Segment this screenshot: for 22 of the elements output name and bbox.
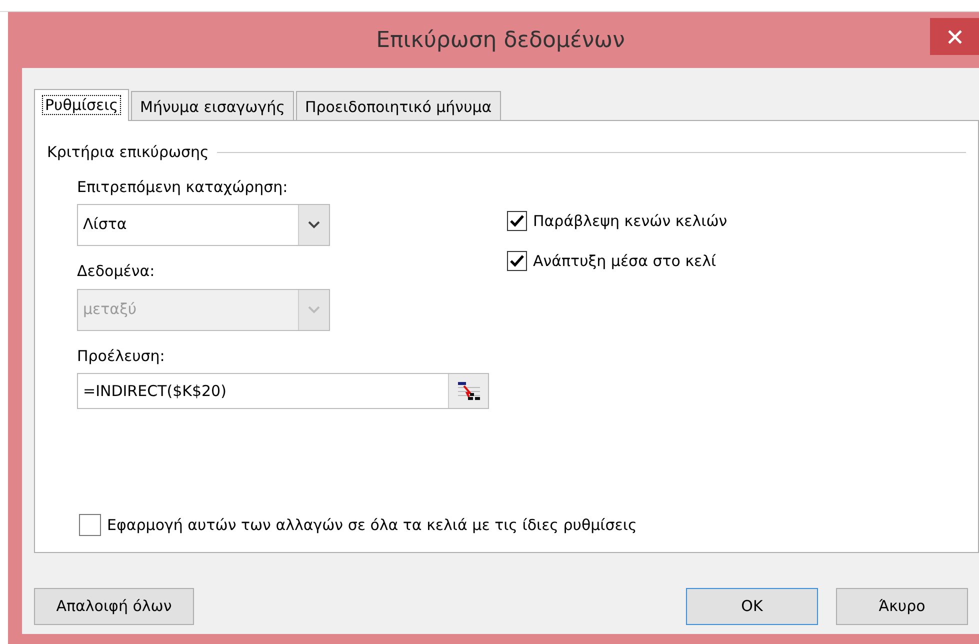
close-button[interactable] <box>930 18 979 55</box>
tab[interactable]: Ρυθμίσεις <box>34 89 130 121</box>
dialog-button[interactable]: Απαλοιφή όλων <box>34 588 194 625</box>
tab[interactable]: Μήνυμα εισαγωγής <box>131 91 294 120</box>
chevron-down-icon <box>308 221 320 229</box>
close-icon <box>948 30 962 44</box>
dialog-button[interactable]: Άκυρο <box>836 588 968 625</box>
window-title: Επικύρωση δεδομένων <box>376 26 625 54</box>
checkbox[interactable] <box>79 514 101 536</box>
checkbox[interactable] <box>507 251 527 272</box>
field-label: Επιτρεπόμενη καταχώρηση: <box>77 176 289 198</box>
chevron-down-icon <box>308 306 320 314</box>
checkbox-label: Παράβλεψη κενών κελιών <box>533 210 728 232</box>
checkbox-label: Εφαρμογή αυτών των αλλαγών σε όλα τα κελιά με τις ίδιες ρυθμίσεις <box>107 514 637 536</box>
dropdown[interactable]: Λίστα <box>77 204 330 246</box>
section-title: Κριτήρια επικύρωσης <box>47 142 209 163</box>
source-label: Προέλευση: <box>77 346 166 366</box>
checkbox[interactable] <box>507 210 527 231</box>
tab[interactable]: Προειδοποιητικό μήνυμα <box>296 91 501 120</box>
field-label: Δεδομένα: <box>77 261 156 282</box>
checkbox-label: Ανάπτυξη μέσα στο κελί <box>533 251 716 272</box>
dialog-button[interactable]: OK <box>686 588 818 625</box>
